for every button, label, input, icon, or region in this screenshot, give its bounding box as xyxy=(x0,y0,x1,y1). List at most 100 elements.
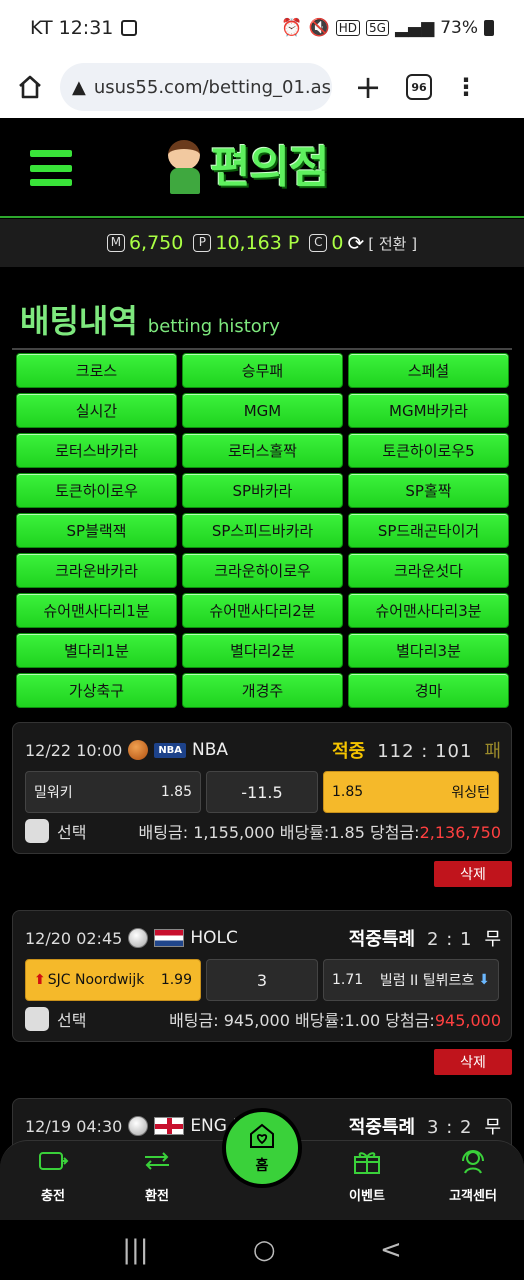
rate-value: 1.85 xyxy=(329,823,365,842)
convert-button[interactable]: [ 전환 ] xyxy=(368,233,417,254)
league-name: HOLC xyxy=(190,928,238,948)
rate-label: 배당률: xyxy=(279,823,330,842)
payout-label: 당첨금: xyxy=(370,823,420,842)
network-5g-icon: 5G xyxy=(366,20,389,36)
battery-icon xyxy=(484,20,494,36)
handicap-value: 3 xyxy=(256,970,268,990)
bet-card: 12/22 10:00 NBA NBA 적중 112 : 101 패 밀워키 1… xyxy=(12,722,512,854)
page-title-ko: 배팅내역 xyxy=(20,302,138,340)
category-grid: 크로스 승무패 스페셜 실시간 MGM MGM바카라 로터스바카라 로터스홀짝 … xyxy=(16,353,510,708)
signal-icon: ▂▄▆ xyxy=(394,18,435,38)
payout-value: 2,136,750 xyxy=(419,823,501,842)
refresh-icon[interactable]: ⟳ xyxy=(347,231,364,255)
match-verdict: 무 xyxy=(484,929,501,950)
category-button[interactable]: 로터스바카라 xyxy=(16,433,177,468)
category-button[interactable]: 실시간 xyxy=(16,393,177,428)
coin-value: 0 xyxy=(331,232,344,254)
match-score: 2 : 1 xyxy=(427,929,473,950)
category-button[interactable]: 슈어맨사다리2분 xyxy=(182,593,343,628)
basketball-icon xyxy=(128,740,149,760)
category-button[interactable]: 승무패 xyxy=(182,353,343,388)
away-odd: 1.71 xyxy=(332,972,364,988)
hamburger-menu-icon[interactable] xyxy=(30,150,72,186)
category-button[interactable]: SP바카라 xyxy=(182,473,343,508)
category-button[interactable]: 로터스홀짝 xyxy=(182,433,343,468)
match-score: 3 : 2 xyxy=(427,1117,473,1138)
android-back-button[interactable]: < xyxy=(380,1235,402,1265)
category-button[interactable]: 토큰하이로우 xyxy=(16,473,177,508)
category-button[interactable]: SP스피드바카라 xyxy=(182,513,343,548)
netherlands-flag-icon xyxy=(154,929,185,947)
new-tab-icon[interactable]: + xyxy=(352,68,384,106)
home-team: 밀워키 xyxy=(34,785,73,801)
bet-summary: 배팅금: 1,155,000 배당률:1.85 당첨금:2,136,750 xyxy=(139,819,501,843)
home-odd-button[interactable]: 밀워키 1.85 xyxy=(25,771,201,813)
category-button[interactable]: 토큰하이로우5 xyxy=(348,433,509,468)
rate-label: 배당률: xyxy=(294,1011,345,1030)
select-checkbox[interactable] xyxy=(25,1007,49,1031)
category-button[interactable]: 별다리3분 xyxy=(348,633,509,668)
logo-text: 편의점 xyxy=(210,142,329,193)
url-input[interactable]: ▲ usus55.com/betting_01.asp xyxy=(60,63,332,111)
category-button[interactable]: SP드래곤타이거 xyxy=(348,513,509,548)
tab-switcher-button[interactable]: 96 xyxy=(406,74,432,100)
stake-value: 1,155,000 xyxy=(193,823,275,842)
nav-exchange-label: 환전 xyxy=(145,1189,169,1204)
away-odd-button[interactable]: 1.71 빌럼 II 틸뷔르흐 ⬇ xyxy=(323,959,499,1001)
browser-home-icon[interactable] xyxy=(14,71,46,103)
category-button[interactable]: 별다리2분 xyxy=(182,633,343,668)
category-button[interactable]: 크라운섯다 xyxy=(348,553,509,588)
category-button[interactable]: 크라운바카라 xyxy=(16,553,177,588)
point-balance: P 10,163 P xyxy=(193,232,299,254)
charge-icon xyxy=(35,1145,71,1177)
away-odd-button[interactable]: 1.85 워싱턴 xyxy=(323,771,499,813)
category-button[interactable]: 스페셜 xyxy=(348,353,509,388)
delete-button[interactable]: 삭제 xyxy=(434,861,512,887)
home-odd: 1.85 xyxy=(160,784,192,800)
away-odd: 1.85 xyxy=(332,784,364,800)
browser-menu-icon[interactable]: ⋮ xyxy=(454,73,478,101)
soccer-ball-icon xyxy=(128,928,149,948)
category-button[interactable]: 경마 xyxy=(348,673,509,708)
recent-apps-button[interactable]: ||| xyxy=(122,1235,148,1265)
home-heart-icon xyxy=(247,1121,277,1155)
site-header: 편의점 xyxy=(0,118,524,218)
category-button[interactable]: 슈어맨사다리1분 xyxy=(16,593,177,628)
android-home-button[interactable]: ○ xyxy=(253,1235,276,1265)
nba-logo-icon: NBA xyxy=(154,742,187,758)
handicap-value: -11.5 xyxy=(241,782,283,802)
nav-event[interactable]: 이벤트 xyxy=(322,1145,412,1204)
home-odd-button[interactable]: ⬆ SJC Noordwijk 1.99 xyxy=(25,959,201,1001)
nav-support[interactable]: 고객센터 xyxy=(428,1145,518,1204)
stake-label: 배팅금: xyxy=(138,823,189,842)
category-button[interactable]: 크라운하이로우 xyxy=(182,553,343,588)
handicap-button[interactable]: -11.5 xyxy=(206,771,318,813)
category-button[interactable]: 별다리1분 xyxy=(16,633,177,668)
divider xyxy=(12,348,512,350)
gift-icon xyxy=(349,1145,385,1177)
payout-value: 945,000 xyxy=(434,1011,501,1030)
nav-home-button[interactable]: 홈 xyxy=(222,1108,302,1188)
money-balance: M 6,750 xyxy=(106,232,183,254)
category-button[interactable]: 슈어맨사다리3분 xyxy=(348,593,509,628)
money-icon: M xyxy=(106,234,125,252)
mute-icon: 🔇 xyxy=(308,18,330,38)
category-button[interactable]: 개경주 xyxy=(182,673,343,708)
category-button[interactable]: 크로스 xyxy=(16,353,177,388)
payout-label: 당첨금: xyxy=(385,1011,435,1030)
handicap-button[interactable]: 3 xyxy=(206,959,318,1001)
select-checkbox[interactable] xyxy=(25,819,49,843)
bet-status: 적중 xyxy=(332,741,366,762)
nav-exchange[interactable]: 환전 xyxy=(112,1145,202,1204)
site-logo[interactable]: 편의점 xyxy=(162,130,329,196)
bet-date: 12/22 10:00 xyxy=(25,740,123,760)
category-button[interactable]: SP블랙잭 xyxy=(16,513,177,548)
points-bar: M 6,750 P 10,163 P C 0 ⟳ [ 전환 ] xyxy=(0,219,524,267)
category-button[interactable]: MGM바카라 xyxy=(348,393,509,428)
delete-button[interactable]: 삭제 xyxy=(434,1049,512,1075)
category-button[interactable]: MGM xyxy=(182,393,343,428)
mascot-icon xyxy=(162,130,208,196)
nav-charge[interactable]: 충전 xyxy=(8,1145,98,1204)
category-button[interactable]: SP홀짝 xyxy=(348,473,509,508)
category-button[interactable]: 가상축구 xyxy=(16,673,177,708)
